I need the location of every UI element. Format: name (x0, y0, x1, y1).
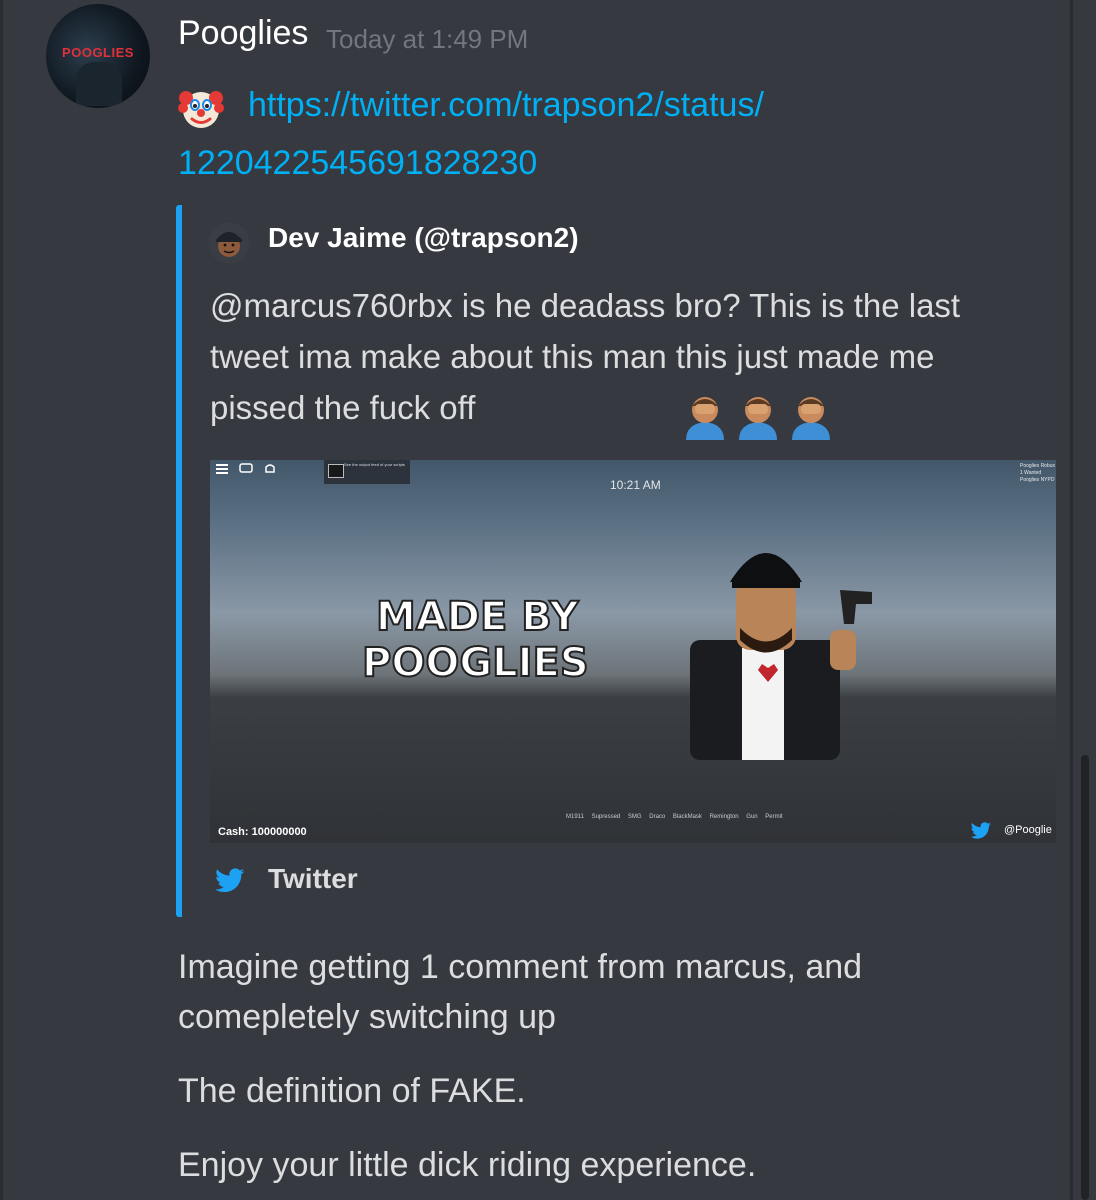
game-clock: 10:21 AM (610, 478, 661, 492)
tweet-text: @marcus760rbx is he deadass bro? This is… (210, 287, 961, 426)
game-menu-icon (216, 463, 275, 474)
game-top-right-panel: Pooglies Robux 1 Wanted Pooglies NYPD (1020, 463, 1056, 483)
facepalm-icon (739, 397, 777, 440)
facepalm-icon (792, 397, 830, 440)
watermark-line2: POOGLIES (362, 640, 589, 682)
game-cash: Cash: 100000000 (218, 826, 307, 838)
embed-footer-text: Twitter (268, 863, 358, 894)
tweet-link-line1[interactable]: https://twitter.com/trapson2/status/ (248, 86, 764, 125)
avatar-logo-text: POOGLIES (62, 45, 134, 60)
embed-author-avatar[interactable] (208, 222, 250, 264)
game-hotbar: M1911 Supressed SMG Draco BlackMask Remi… (566, 814, 783, 820)
left-divider (0, 0, 3, 1200)
popup-text: See the output feed of your scripts (344, 462, 405, 467)
twitter-bird-icon (970, 822, 991, 839)
roblox-character (690, 553, 872, 760)
terminal-icon (328, 464, 344, 478)
username[interactable]: Pooglies (178, 14, 308, 53)
scrollbar-thumb[interactable] (1081, 755, 1089, 1200)
facepalm-icon (686, 397, 724, 440)
script-popup: See the output feed of your scripts (324, 460, 410, 484)
avatar-figure (76, 62, 122, 106)
twitter-bird-icon (215, 868, 245, 893)
media-handle: @Pooglie (1004, 824, 1052, 836)
message-timestamp: Today at 1:49 PM (326, 24, 529, 54)
message-text-line: Imagine getting 1 comment from marcus, a… (178, 948, 863, 1036)
user-avatar[interactable]: POOGLIES (46, 4, 150, 108)
clown-face-icon (178, 91, 224, 128)
embed-media-image[interactable]: See the output feed of your scripts 10:2… (210, 460, 1056, 843)
tweet-link-line2[interactable]: 1220422545691828230 (178, 144, 537, 183)
embed-author-name[interactable]: Dev Jaime (@trapson2) (268, 222, 579, 254)
right-divider (1070, 0, 1073, 1200)
made-by-watermark: MADE BY POOGLIES (361, 593, 590, 682)
message-text-line: The definition of FAKE. (178, 1072, 526, 1110)
embed-accent-bar (176, 205, 182, 917)
watermark-line1: MADE BY (376, 594, 580, 640)
message-text-line: Enjoy your little dick riding experience… (178, 1146, 757, 1184)
